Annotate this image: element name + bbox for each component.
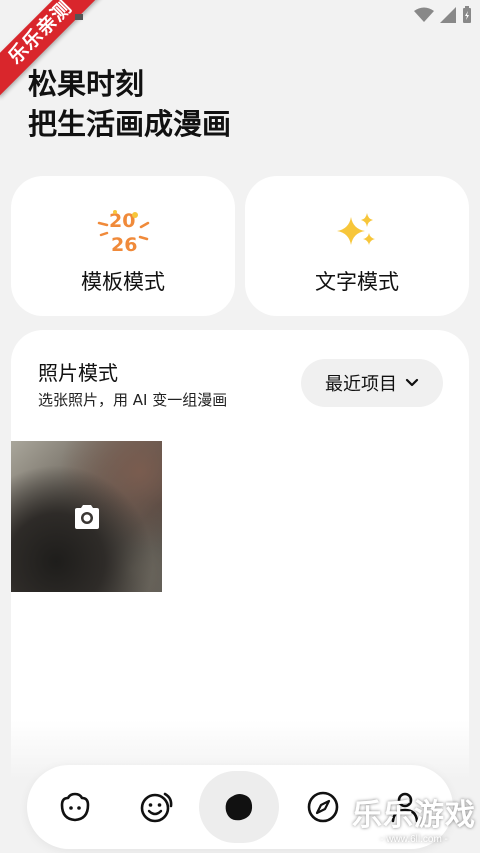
- status-icons: [414, 6, 472, 24]
- pinecone-face-icon: [60, 792, 90, 822]
- wifi-icon: [414, 7, 434, 22]
- template-mode-card[interactable]: 20 26 模板模式: [11, 176, 235, 316]
- watermark-main: 乐乐游戏: [352, 799, 476, 832]
- smile-face-icon: [140, 792, 173, 823]
- chevron-down-icon: [405, 378, 419, 387]
- badge-year-top: 20: [109, 210, 135, 232]
- photo-mode-title: 照片模式: [38, 361, 118, 385]
- album-selector-label: 最近项目: [325, 374, 397, 395]
- camera-icon: [74, 504, 99, 529]
- sparkle-icon: [335, 206, 379, 256]
- text-mode-label: 文字模式: [315, 270, 399, 294]
- app-headline: 松果时刻 把生活画成漫画: [28, 64, 231, 144]
- status-bar: 乐乐亲测: [0, 0, 480, 97]
- camera-capture-tile[interactable]: [11, 441, 162, 592]
- 2026-badge-icon: 20 26: [95, 206, 151, 256]
- tab-create[interactable]: [199, 771, 279, 843]
- tab-explore[interactable]: [283, 765, 363, 849]
- text-mode-card[interactable]: 文字模式: [245, 176, 469, 316]
- notification-icon: [75, 14, 83, 20]
- site-watermark: 乐乐游戏 - www.6ll.com -: [352, 790, 476, 845]
- app-slogan: 把生活画成漫画: [28, 107, 232, 141]
- album-selector-button[interactable]: 最近项目: [301, 359, 443, 407]
- blob-icon: [225, 794, 253, 821]
- watermark-url: - www.6ll.com -: [380, 834, 448, 845]
- compass-icon: [307, 791, 339, 823]
- app-title: 松果时刻: [28, 67, 145, 101]
- signal-icon: [440, 7, 456, 23]
- tab-characters[interactable]: [117, 765, 197, 849]
- battery-icon: [463, 6, 471, 23]
- photo-mode-subtitle: 选张照片，用 AI 变一组漫画: [38, 391, 228, 409]
- tab-home[interactable]: [35, 765, 115, 849]
- template-mode-label: 模板模式: [81, 270, 165, 294]
- badge-year-bottom: 26: [111, 234, 137, 256]
